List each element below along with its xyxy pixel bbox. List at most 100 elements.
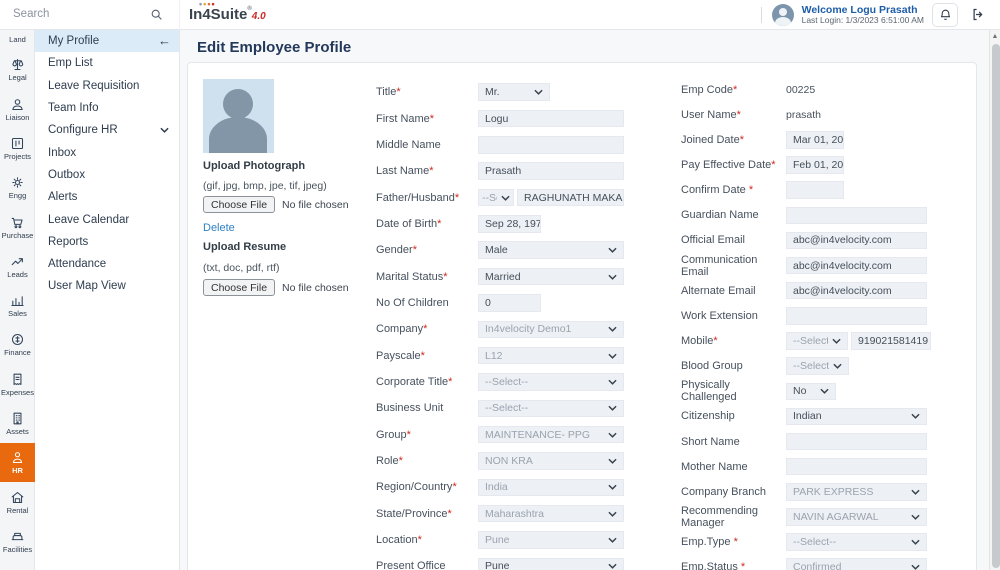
physically-challenged-select[interactable]: No (786, 382, 836, 400)
region-country-select[interactable]: India (478, 478, 624, 497)
rail-item-liaison[interactable]: Liaison (0, 89, 35, 128)
blood-group-select[interactable]: --Select-- (786, 357, 849, 375)
scroll-up-arrow-icon[interactable]: ▲ (990, 30, 1000, 43)
user-name-value: prasath (786, 108, 822, 121)
chevron-down-icon (608, 485, 617, 491)
field-label: Official Email (681, 234, 745, 247)
rail-item-engg[interactable]: Engg (0, 168, 35, 207)
short-name-input[interactable] (786, 432, 927, 451)
rail-item-leads[interactable]: Leads (0, 246, 35, 285)
guardian-name-input[interactable] (786, 206, 927, 225)
collapse-menu-icon[interactable]: ← (158, 33, 171, 48)
sidebar-item-team-info[interactable]: Team Info (35, 97, 179, 119)
marital-status-select[interactable]: Married (478, 267, 624, 286)
last-name-input[interactable]: Prasath (478, 162, 624, 180)
first-name-input[interactable]: Logu (478, 109, 624, 128)
state-province-select[interactable]: Maharashtra (478, 504, 624, 523)
sidebar-item-reports[interactable]: Reports (35, 231, 179, 253)
no-of-children-input[interactable]: 0 (478, 294, 541, 312)
field-label: Company* (376, 323, 428, 336)
company-branch-select[interactable]: PARK EXPRESS (786, 483, 927, 501)
bell-icon[interactable] (932, 2, 958, 27)
rail-item-projects[interactable]: Projects (0, 129, 35, 168)
building-icon (13, 412, 22, 425)
sidebar-item-label: Emp List (48, 57, 93, 70)
title-select[interactable]: Mr. (478, 83, 550, 101)
rail-item-assets[interactable]: Assets (0, 404, 35, 443)
delete-photo-link[interactable]: Delete (203, 222, 235, 234)
sidebar-item-attendance[interactable]: Attendance (35, 253, 179, 275)
search-input[interactable] (0, 0, 150, 28)
gender-select[interactable]: Male (478, 241, 624, 259)
rail-item-hr[interactable]: HR (0, 442, 35, 483)
field-label: Emp Code* (681, 83, 738, 96)
rail-item-expenses[interactable]: Expenses (0, 364, 35, 403)
date-of-birth-input[interactable]: Sep 28, 1979 (478, 215, 541, 233)
rail-item-label: Legal (8, 73, 27, 83)
father-husband-input[interactable]: RAGHUNATH MAKASARE (517, 188, 624, 207)
payscale-select[interactable]: L12 (478, 346, 624, 365)
vertical-scrollbar[interactable]: ▲ (989, 30, 1000, 570)
search-icon[interactable] (150, 8, 163, 26)
recommending-manager-select[interactable]: NAVIN AGARWAL (786, 508, 927, 526)
joined-date-input[interactable]: Mar 01, 2011 (786, 131, 844, 149)
sidebar-item-my-profile[interactable]: My Profile ← (35, 30, 179, 53)
form-row-corporate-title: Corporate Title* --Select-- (376, 369, 676, 395)
logout-icon[interactable] (966, 3, 990, 27)
field-label: State/Province* (376, 507, 452, 520)
choose-photo-button[interactable]: Choose File (203, 196, 276, 213)
scrollbar-thumb[interactable] (991, 44, 1000, 568)
pay-effective-date-input[interactable]: Feb 01, 2013 (786, 156, 844, 174)
role-select[interactable]: NON KRA (478, 452, 624, 470)
rail-item-finance[interactable]: Finance (0, 325, 35, 364)
rail-item-sales[interactable]: Sales (0, 286, 35, 325)
rail-item-extra[interactable] (0, 561, 35, 570)
rail-item-facilities[interactable]: Facilities (0, 522, 35, 561)
mobile-select[interactable]: --Select-- (786, 332, 848, 350)
chevron-down-icon (608, 537, 617, 543)
rail-item-land[interactable]: Land (0, 30, 35, 50)
emp-type-select[interactable]: --Select-- (786, 533, 927, 551)
sidebar-item-alerts[interactable]: Alerts (35, 186, 179, 208)
resume-no-file-text: No file chosen (282, 281, 349, 294)
official-email-input[interactable]: abc@in4velocity.com (786, 231, 927, 250)
group-select[interactable]: MAINTENANCE- PPG (478, 425, 624, 444)
field-control: Feb 01, 2013 (786, 156, 844, 174)
trend-icon (11, 258, 23, 266)
location-select[interactable]: Pune (478, 531, 624, 549)
communication-email-input[interactable]: abc@in4velocity.com (786, 256, 927, 275)
sidebar-item-emp-list[interactable]: Emp List (35, 52, 179, 74)
sidebar-item-inbox[interactable]: Inbox (35, 141, 179, 163)
citizenship-select[interactable]: Indian (786, 407, 927, 426)
form-row-first-name: First Name* Logu (376, 105, 676, 131)
alternate-email-input[interactable]: abc@in4velocity.com (786, 281, 927, 300)
sidebar-item-leave-requisition[interactable]: Leave Requisition (35, 75, 179, 97)
sidebar-item-configure-hr[interactable]: Configure HR (35, 119, 179, 141)
field-control: 00225 (786, 84, 815, 96)
rail-item-purchase[interactable]: Purchase (0, 207, 35, 246)
mother-name-input[interactable] (786, 457, 927, 476)
form-row-group: Group* MAINTENANCE- PPG (376, 421, 676, 447)
chevron-down-icon[interactable] (160, 124, 169, 136)
work-extension-input[interactable] (786, 307, 927, 325)
field-label: Last Name* (376, 165, 434, 178)
mobile-input[interactable]: 919021581419 (851, 332, 931, 350)
user-avatar[interactable] (771, 3, 794, 26)
rail-item-legal[interactable]: Legal (0, 50, 35, 89)
corporate-title-select[interactable]: --Select-- (478, 373, 624, 391)
sidebar-item-user-map-view[interactable]: User Map View (35, 275, 179, 297)
emp-status-select[interactable]: Confirmed (786, 558, 927, 570)
sidebar-item-outbox[interactable]: Outbox (35, 164, 179, 186)
sidebar-item-leave-calendar[interactable]: Leave Calendar (35, 208, 179, 230)
field-control (786, 457, 927, 476)
company-select[interactable]: In4velocity Demo1 (478, 320, 624, 339)
present-office-select[interactable]: Pune (478, 557, 624, 570)
middle-name-input[interactable] (478, 136, 624, 154)
coin-icon (11, 334, 24, 346)
rail-item-rental[interactable]: Rental (0, 482, 35, 521)
sidebar-item-label: Configure HR (48, 124, 118, 137)
business-unit-select[interactable]: --Select-- (478, 399, 624, 418)
confirm-date-input[interactable] (786, 181, 844, 199)
father-husband-select[interactable]: --Select-- (478, 188, 514, 207)
choose-resume-button[interactable]: Choose File (203, 279, 276, 296)
